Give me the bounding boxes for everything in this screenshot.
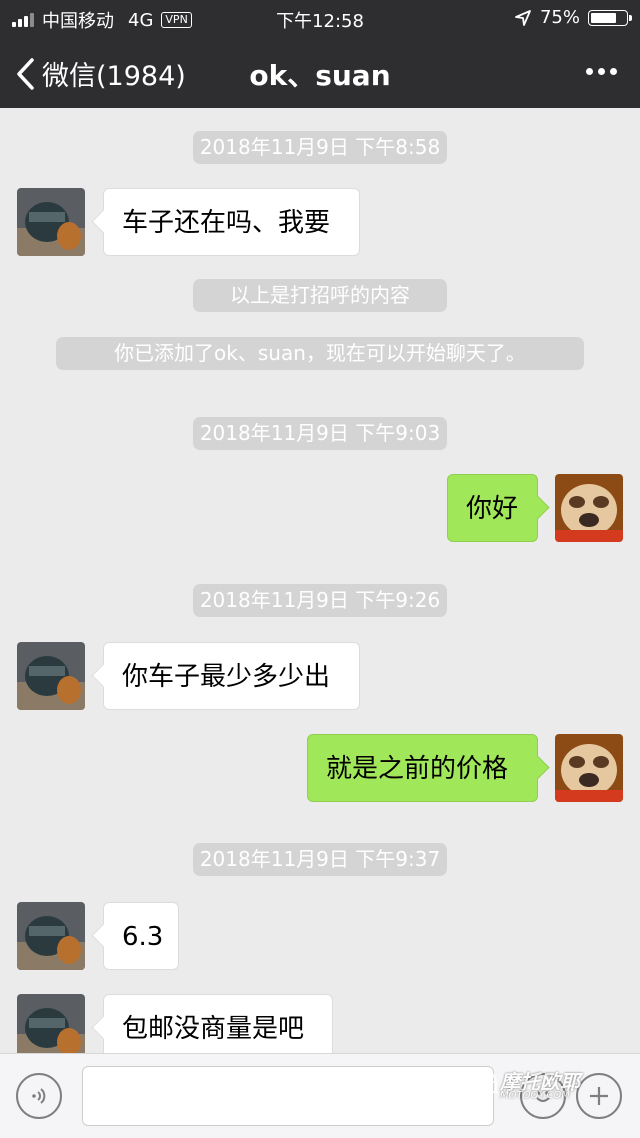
battery-percent: 75% [539, 7, 580, 28]
plus-icon [590, 1087, 608, 1105]
location-arrow-icon [515, 9, 531, 26]
timestamp: 2018年11月9日 下午9:26 [193, 584, 447, 617]
chevron-left-icon [17, 57, 34, 90]
user-avatar[interactable] [555, 474, 623, 542]
more-dot-icon [609, 67, 617, 75]
incoming-message[interactable]: 6.3 [103, 902, 179, 970]
message-text: 车子还在吗、我要 [122, 208, 331, 238]
incoming-message[interactable]: 包邮没商量是吧 [103, 994, 333, 1053]
contact-avatar[interactable] [17, 188, 85, 256]
message-text: 你好 [466, 494, 519, 524]
message-text: 就是之前的价格 [326, 754, 509, 784]
contact-avatar[interactable] [17, 902, 85, 970]
system-notice: 你已添加了ok、suan，现在可以开始聊天了。 [56, 337, 584, 370]
more-dot-icon [585, 67, 593, 75]
timestamp: 2018年11月9日 下午9:37 [193, 843, 447, 876]
timestamp: 2018年11月9日 下午8:58 [193, 131, 447, 164]
timestamp: 2018年11月9日 下午9:03 [193, 417, 447, 450]
message-text: 你车子最少多少出 [122, 662, 331, 692]
outgoing-message[interactable]: 你好 [447, 474, 538, 542]
status-bar: 中国移动 4G VPN 下午12:58 75% [0, 0, 640, 36]
more-options-button[interactable] [576, 56, 626, 86]
nav-bar: 微信(1984) ok、suan [0, 36, 640, 108]
voice-icon [32, 1088, 46, 1104]
more-dot-icon [597, 67, 605, 75]
back-button[interactable]: 微信(1984) [14, 54, 186, 93]
message-input[interactable] [82, 1066, 494, 1126]
voice-button[interactable] [16, 1073, 62, 1119]
incoming-message[interactable]: 车子还在吗、我要 [103, 188, 360, 256]
outgoing-message[interactable]: 就是之前的价格 [307, 734, 538, 802]
input-bar [0, 1053, 640, 1138]
battery-icon [588, 9, 632, 26]
contact-avatar[interactable] [17, 642, 85, 710]
message-text: 6.3 [122, 922, 164, 952]
system-notice: 以上是打招呼的内容 [193, 279, 447, 312]
more-functions-button[interactable] [576, 1073, 622, 1119]
emoji-button[interactable] [520, 1073, 566, 1119]
back-label: 微信(1984) [42, 61, 186, 92]
message-text: 包邮没商量是吧 [122, 1014, 305, 1044]
chat-area[interactable]: 2018年11月9日 下午8:58 车子还在吗、我要 以上是打招呼的内容 你已添… [0, 108, 640, 1053]
emoji-icon [536, 1091, 550, 1102]
user-avatar[interactable] [555, 734, 623, 802]
contact-avatar[interactable] [17, 994, 85, 1053]
incoming-message[interactable]: 你车子最少多少出 [103, 642, 360, 710]
